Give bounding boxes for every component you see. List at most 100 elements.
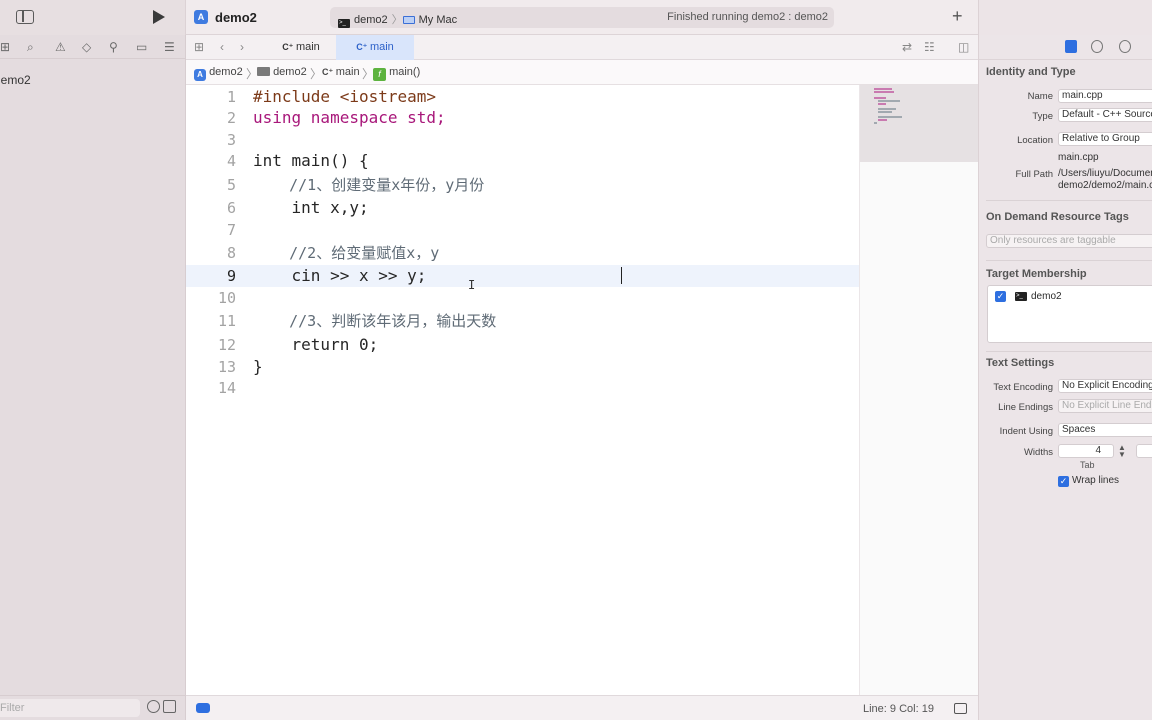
minimap-line [878,100,900,102]
wrap-lines-checkbox[interactable]: ✓ [1058,476,1069,487]
name-label: Name [1027,91,1053,102]
minimap-line [874,91,894,93]
tab-width-field[interactable]: 4 [1058,444,1114,458]
navigator-item-project[interactable]: demo2 [0,73,31,87]
fullpath-line-2: demo2/demo2/main.cpp [1058,180,1152,191]
add-icon[interactable]: + [952,6,963,27]
code-line[interactable]: 13} [186,356,859,378]
activity-view: >_ demo2 〉 My Mac Finished running demo2 : … [330,7,834,28]
project-title: demo2 [215,10,257,25]
chevron-right-icon: 〉 [310,67,323,81]
breadcrumb-label: main [335,66,360,78]
line-number: 1 [226,88,236,106]
tab-label: main [295,41,320,53]
report-icon[interactable]: ☰ [164,40,175,54]
hierarchy-icon[interactable]: ⊞ [0,40,10,54]
test-icon[interactable]: ◇ [82,40,91,54]
warning-icon[interactable]: ⚠ [55,40,66,54]
line-endings-select[interactable]: No Explicit Line Endings [1058,399,1152,413]
breadcrumb-project[interactable]: A demo2 [194,66,243,81]
mac-icon [402,16,415,24]
location-select[interactable]: Relative to Group [1058,132,1152,146]
recent-files-icon[interactable] [147,700,160,713]
indent-width-field[interactable] [1136,444,1152,458]
line-number: 8 [226,244,236,262]
encoding-select[interactable]: No Explicit Encoding [1058,379,1152,393]
tab-main[interactable]: C⁺ main [266,35,336,60]
related-items-icon[interactable]: ⇄ [902,40,912,54]
section-title-identity: Identity and Type [986,66,1076,78]
panel-toggle-icon[interactable] [954,703,967,714]
fullpath-line-1: /Users/liuyu/Documents/ [1058,168,1152,179]
editor-options-icon[interactable]: ☷ [924,40,935,54]
search-icon[interactable]: ⌕ [27,40,34,55]
breadcrumb-label: main() [389,66,421,78]
code-text: //2、给变量赋值x，y [253,244,440,262]
minimap[interactable] [859,85,979,695]
code-line[interactable]: 3 [186,129,859,151]
function-icon: f [373,68,386,81]
resource-tags-field[interactable]: Only resources are taggable [986,234,1152,248]
toolbar-left-area [0,0,186,35]
help-icon[interactable] [1119,40,1131,53]
project-navigator: ⊞ ⌕ ⚠ ◇ ⚲ ▭ ☰ demo2 Filter [0,35,186,720]
code-text: //3、判断该年该月，输出天数 [253,312,497,330]
name-field[interactable]: main.cpp [1058,89,1152,103]
forward-icon[interactable]: › [240,40,244,54]
tab-label: main [369,41,394,53]
breadcrumb-group[interactable]: demo2 [257,66,307,78]
code-line[interactable]: 8 //2、给变量赋值x，y [186,242,859,264]
breadcrumb-label: demo2 [273,66,307,78]
code-line[interactable]: 14 [186,377,859,399]
code-line[interactable]: 6 int x,y; [186,197,859,219]
breakpoint-icon[interactable]: ▭ [136,40,147,54]
divider [986,200,1152,201]
grid-icon[interactable]: ⊞ [194,40,204,54]
filter-input[interactable]: Filter [0,699,140,717]
tab-caption: Tab [1080,460,1095,470]
code-line[interactable]: 5 //1、创建变量x年份，y月份 [186,174,859,196]
encoding-label: Text Encoding [993,382,1053,393]
code-line[interactable]: 10 [186,287,859,309]
split-editor-icon[interactable]: ◫ [958,40,969,54]
code-line[interactable]: 1 #include <iostream> [186,86,859,108]
breadcrumb-label: demo2 [209,66,243,78]
breadcrumb-function[interactable]: f main() [373,66,420,81]
code-text: } [253,357,263,376]
indent-label: Indent Using [999,426,1053,437]
membership-target-label: demo2 [1031,291,1062,302]
code-text: int main() { [253,151,369,170]
scm-filter-icon[interactable] [163,700,176,713]
code-line[interactable]: 2 using namespace std; [186,107,859,129]
sidebar-toggle-icon[interactable] [16,10,34,24]
section-title-membership: Target Membership [986,268,1087,280]
section-title-ondemand: On Demand Resource Tags [986,211,1129,223]
code-text: return 0; [253,335,379,354]
code-line[interactable]: 7 [186,219,859,241]
code-text: cin >> x >> y; [253,266,427,285]
history-icon[interactable] [1091,40,1103,53]
location-filename: main.cpp [1058,152,1099,163]
back-icon[interactable]: ‹ [220,40,224,54]
membership-checkbox[interactable]: ✓ [995,291,1006,302]
minimap-line [878,111,892,113]
code-line[interactable]: 11 //3、判断该年该月，输出天数 [186,310,859,332]
line-number: 4 [226,152,236,170]
scheme-label: demo2 [354,14,388,26]
scheme-selector[interactable]: >_ demo2 〉 My Mac [338,11,461,28]
code-text: //1、创建变量x年份，y月份 [253,176,485,194]
code-line[interactable]: 4 int main() { [186,150,859,172]
debug-icon[interactable]: ⚲ [109,40,118,54]
type-select[interactable]: Default - C++ Source [1058,108,1152,122]
run-button[interactable] [153,10,165,24]
debug-area-toggle[interactable] [196,703,210,713]
code-line[interactable]: 12 return 0; [186,334,859,356]
code-line-current[interactable]: 9 cin >> x >> y; [186,265,859,287]
breadcrumb-file[interactable]: C⁺ main [322,66,360,78]
section-title-text-settings: Text Settings [986,357,1055,369]
file-inspector-icon[interactable] [1065,40,1077,53]
indent-select[interactable]: Spaces [1058,423,1152,437]
tab-main-active[interactable]: C⁺ main [336,35,414,60]
code-area[interactable]: 1 #include <iostream> 2 using namespace st… [186,85,859,695]
stepper-icon[interactable]: ▲ ▼ [1118,444,1126,459]
